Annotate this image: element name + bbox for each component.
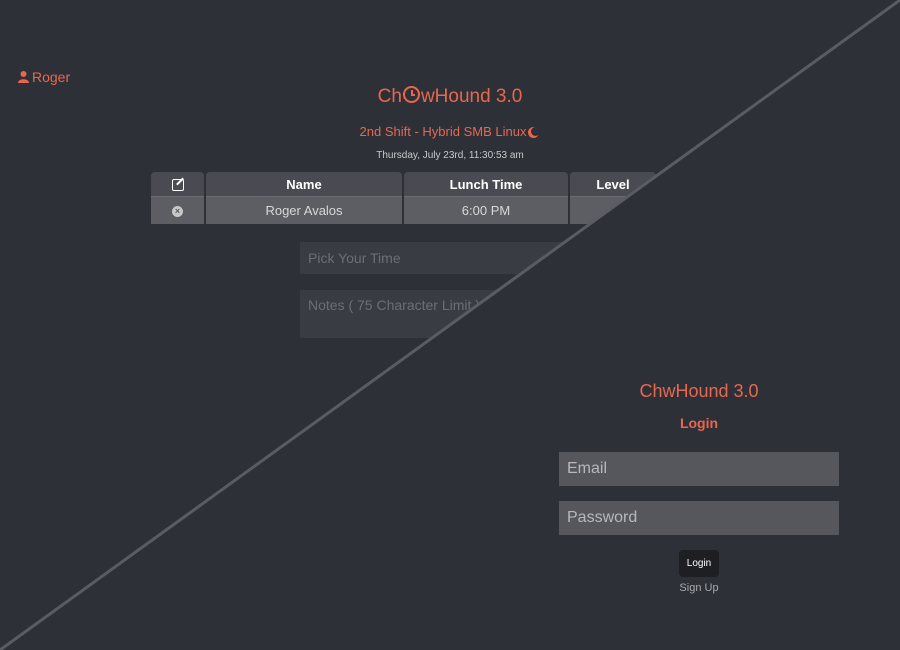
clock-icon: [402, 86, 420, 103]
edit-icon: [171, 179, 184, 192]
user-name: Roger: [32, 69, 71, 85]
moon-icon: [531, 127, 540, 136]
login-button[interactable]: Login: [679, 550, 719, 577]
row-name: Roger Avalos: [206, 196, 402, 224]
login-app-title: ChwHound 3.0: [639, 381, 759, 401]
email-field[interactable]: [559, 452, 839, 486]
remove-icon[interactable]: ×: [172, 206, 183, 218]
password-field[interactable]: [559, 501, 839, 535]
login-heading: Login: [679, 415, 719, 431]
remove-cell[interactable]: ×: [151, 196, 204, 224]
name-column-header: Name: [206, 172, 402, 196]
row-lunch-time: 6:00 PM: [404, 196, 568, 224]
table-header-row: Name Lunch Time Level: [151, 172, 656, 196]
lunch-table: Name Lunch Time Level × Roger Avalos 6:0…: [149, 172, 658, 224]
user-link[interactable]: Roger: [18, 69, 70, 85]
sign-up-link[interactable]: Sign Up: [559, 582, 839, 594]
edit-column-header[interactable]: [151, 172, 204, 196]
lunch-time-column-header: Lunch Time: [404, 172, 568, 196]
table-row: × Roger Avalos 6:00 PM: [151, 196, 656, 224]
user-icon: [18, 71, 29, 83]
